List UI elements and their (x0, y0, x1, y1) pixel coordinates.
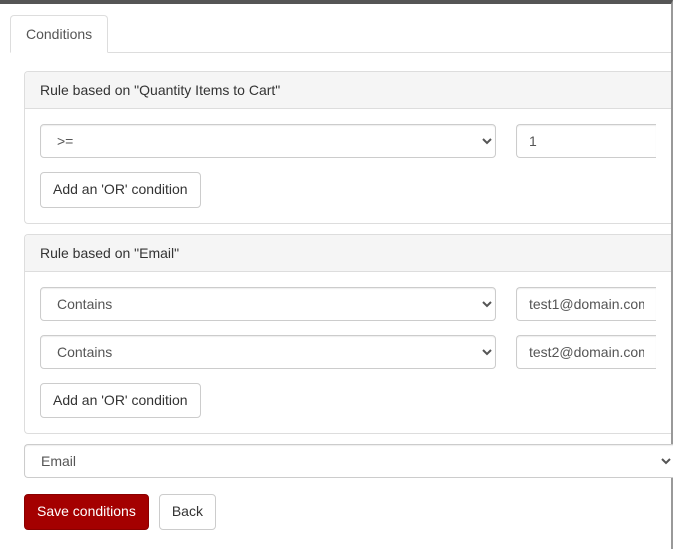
operator-select[interactable]: Contains (40, 287, 496, 321)
value-input[interactable] (516, 287, 656, 321)
rule-title: Rule based on "Quantity Items to Cart" (25, 72, 671, 109)
back-button[interactable]: Back (159, 494, 216, 530)
add-or-button[interactable]: Add an 'OR' condition (40, 383, 201, 419)
condition-row: Contains (40, 287, 656, 321)
rule-panel-email: Rule based on "Email" Contains Contains … (24, 234, 671, 435)
condition-row: Contains (40, 335, 656, 369)
condition-row: >= (40, 124, 656, 158)
combiner-field: Email (24, 444, 671, 478)
tab-bar: Conditions (10, 14, 671, 53)
combiner-select[interactable]: Email (24, 444, 673, 478)
save-button[interactable]: Save conditions (24, 494, 149, 530)
value-input[interactable] (516, 335, 656, 369)
value-input[interactable] (516, 124, 656, 158)
tab-conditions[interactable]: Conditions (10, 15, 108, 53)
rule-title: Rule based on "Email" (25, 235, 671, 272)
add-or-button[interactable]: Add an 'OR' condition (40, 172, 201, 208)
operator-select[interactable]: >= (40, 124, 496, 158)
rule-panel-quantity: Rule based on "Quantity Items to Cart" >… (24, 71, 671, 224)
footer-buttons: Save conditions Back (24, 494, 671, 530)
operator-select[interactable]: Contains (40, 335, 496, 369)
